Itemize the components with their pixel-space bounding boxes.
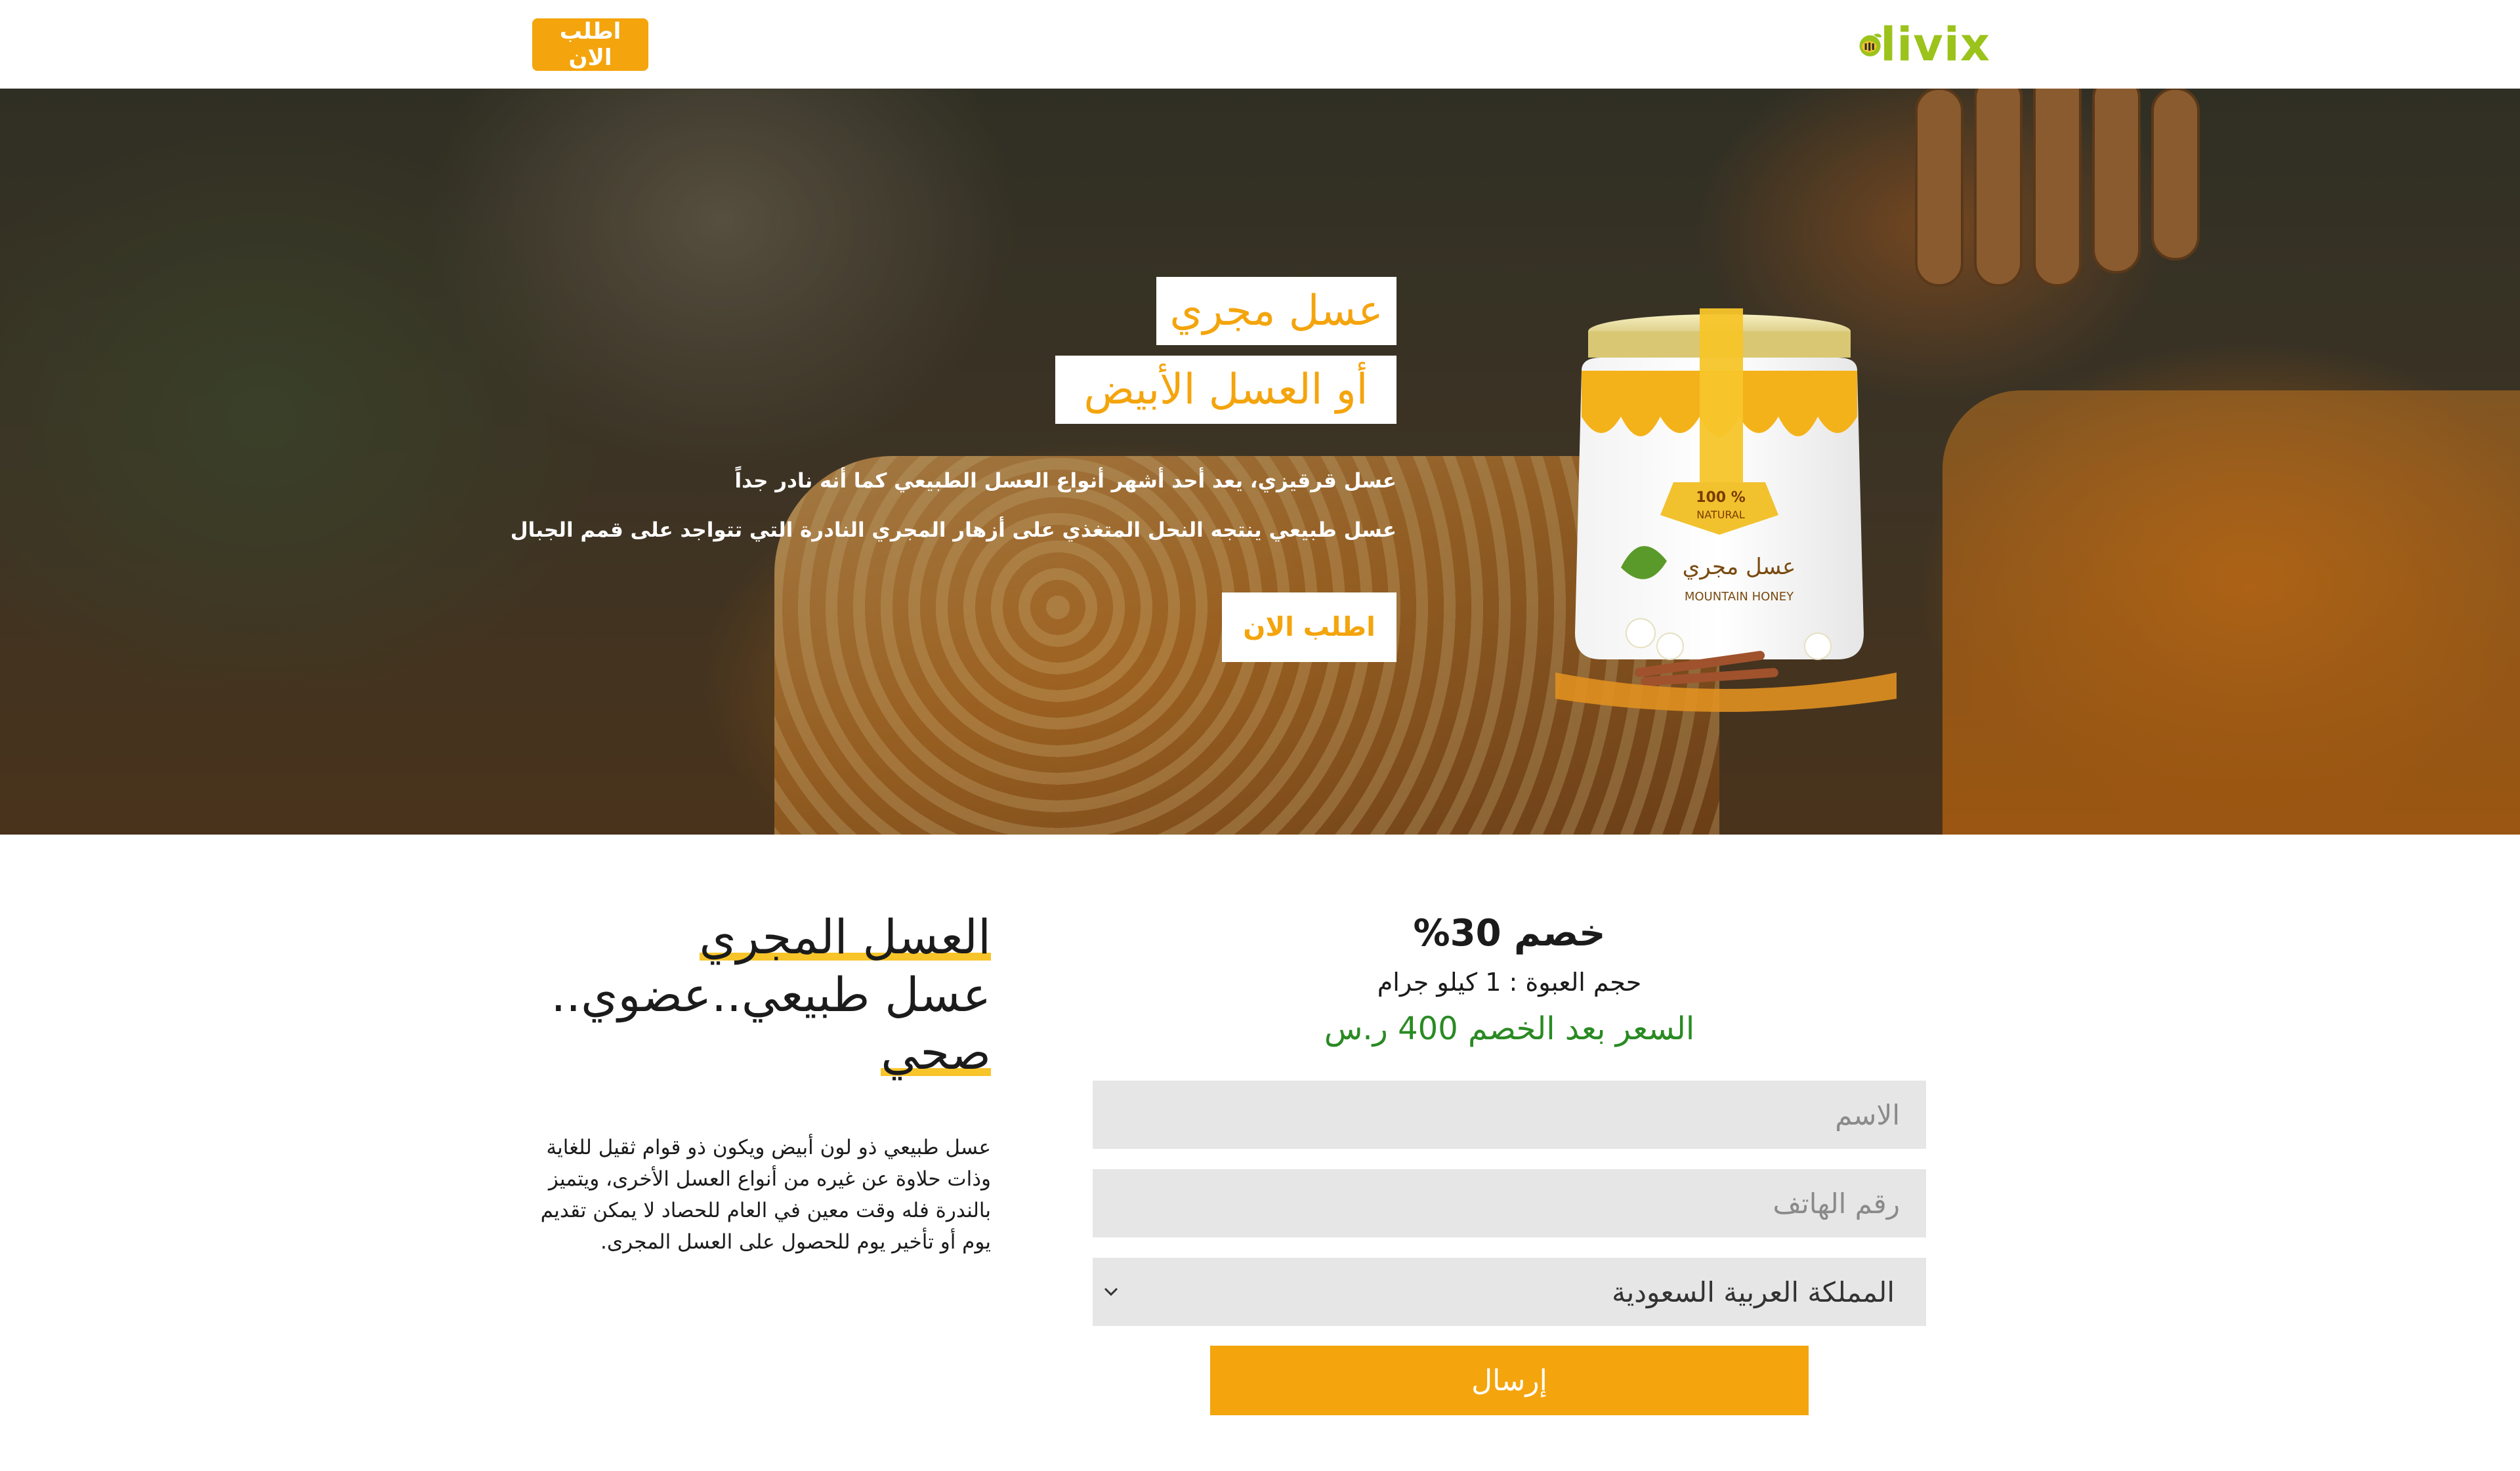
country-select[interactable]: المملكة العربية السعودية — [1093, 1258, 1926, 1326]
hero-description-line1: عسل قرقيزي، يعد أحد أشهر أنواع العسل الط… — [734, 469, 1396, 493]
brand-logo[interactable]: livix — [1856, 12, 1990, 77]
package-size: حجم العبوة : 1 كيلو جرام — [1377, 968, 1642, 997]
discounted-price: السعر بعد الخصم 400 ر.س — [1324, 1010, 1695, 1047]
logo-text: livix — [1880, 18, 1990, 72]
site-header: اطلب الان livix — [0, 0, 2520, 89]
hero-title-line1: عسل مجري — [1156, 277, 1396, 345]
chevron-down-icon — [1099, 1277, 1123, 1306]
product-jar-image: 100 % NATURAL عسل مجري MOUNTAIN HONEY — [1555, 308, 1897, 712]
phone-input[interactable] — [1093, 1169, 1926, 1237]
discount-label: خصم 30% — [1413, 912, 1606, 955]
name-input[interactable] — [1093, 1081, 1926, 1149]
jar-label-english: MOUNTAIN HONEY — [1685, 590, 1794, 604]
country-selected-value: المملكة العربية السعودية — [1612, 1275, 1895, 1308]
hero-title-line2: أو العسل الأبيض — [1055, 356, 1396, 424]
jar-label-natural: NATURAL — [1696, 508, 1745, 521]
info-description: عسل طبيعي ذو لون أبيض ويكون ذو قوام ثقيل… — [540, 1136, 991, 1254]
hero-order-button[interactable]: اطلب الان — [1222, 592, 1396, 662]
jar-label-arabic: عسل مجري — [1683, 554, 1796, 580]
submit-button[interactable]: إرسال — [1210, 1346, 1809, 1415]
hero-description-line2: عسل طبيعي ينتجه النحل المتغذي على أزهار … — [510, 518, 1396, 542]
jar-label-percent: 100 % — [1696, 489, 1746, 506]
hero-overlay — [0, 89, 2520, 835]
hero-banner: عسل مجري أو العسل الأبيض عسل قرقيزي، يعد… — [0, 89, 2520, 835]
info-heading: العسل المجري عسل طبيعي..عضوي.. صحي — [518, 909, 991, 1082]
info-heading-line3: صحي — [881, 1024, 991, 1081]
info-heading-line2: عسل طبيعي..عضوي.. — [551, 967, 991, 1022]
header-order-button[interactable]: اطلب الان — [532, 18, 648, 71]
info-heading-line1: العسل المجري — [699, 909, 991, 966]
